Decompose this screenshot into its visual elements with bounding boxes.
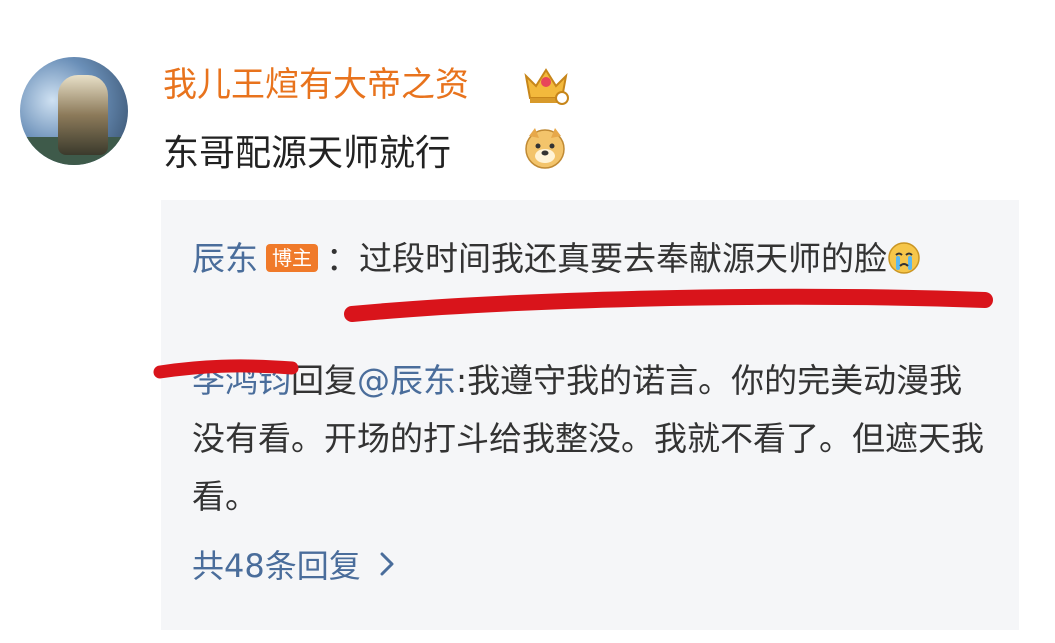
avatar-figure <box>58 75 108 155</box>
comment-text: 东哥配源天师就行 <box>163 133 452 174</box>
chevron-right-icon <box>380 552 394 576</box>
crying-emoji-icon <box>888 242 920 274</box>
reply-word: 回复 <box>291 361 357 400</box>
blogger-badge: 博主 <box>266 244 318 272</box>
reply-separator: ： <box>326 239 359 278</box>
more-replies-link[interactable]: 共48条回复 <box>192 540 395 592</box>
doge-emoji-icon <box>525 128 565 169</box>
reply-author-link[interactable]: 李鸿钧 <box>192 361 291 400</box>
more-replies-label: 共48条回复 <box>192 547 361 585</box>
avatar[interactable] <box>20 57 128 165</box>
reply-separator: : <box>456 361 468 400</box>
mention-link[interactable]: @辰东 <box>357 361 456 400</box>
reply-text: 过段时间我还真要去奉献源天师的脸 <box>359 239 887 278</box>
reply-item: 李鸿钧回复@辰东:我遵守我的诺言。你的完美动漫我没有看。开场的打斗给我整没。我就… <box>192 352 992 526</box>
crown-icon <box>524 68 569 105</box>
reply-author-link[interactable]: 辰东 <box>192 239 258 278</box>
comment-author[interactable]: 我儿王煊有大帝之资 <box>163 60 469 110</box>
reply-item: 辰东 博主 ：过段时间我还真要去奉献源天师的脸 <box>192 230 992 288</box>
